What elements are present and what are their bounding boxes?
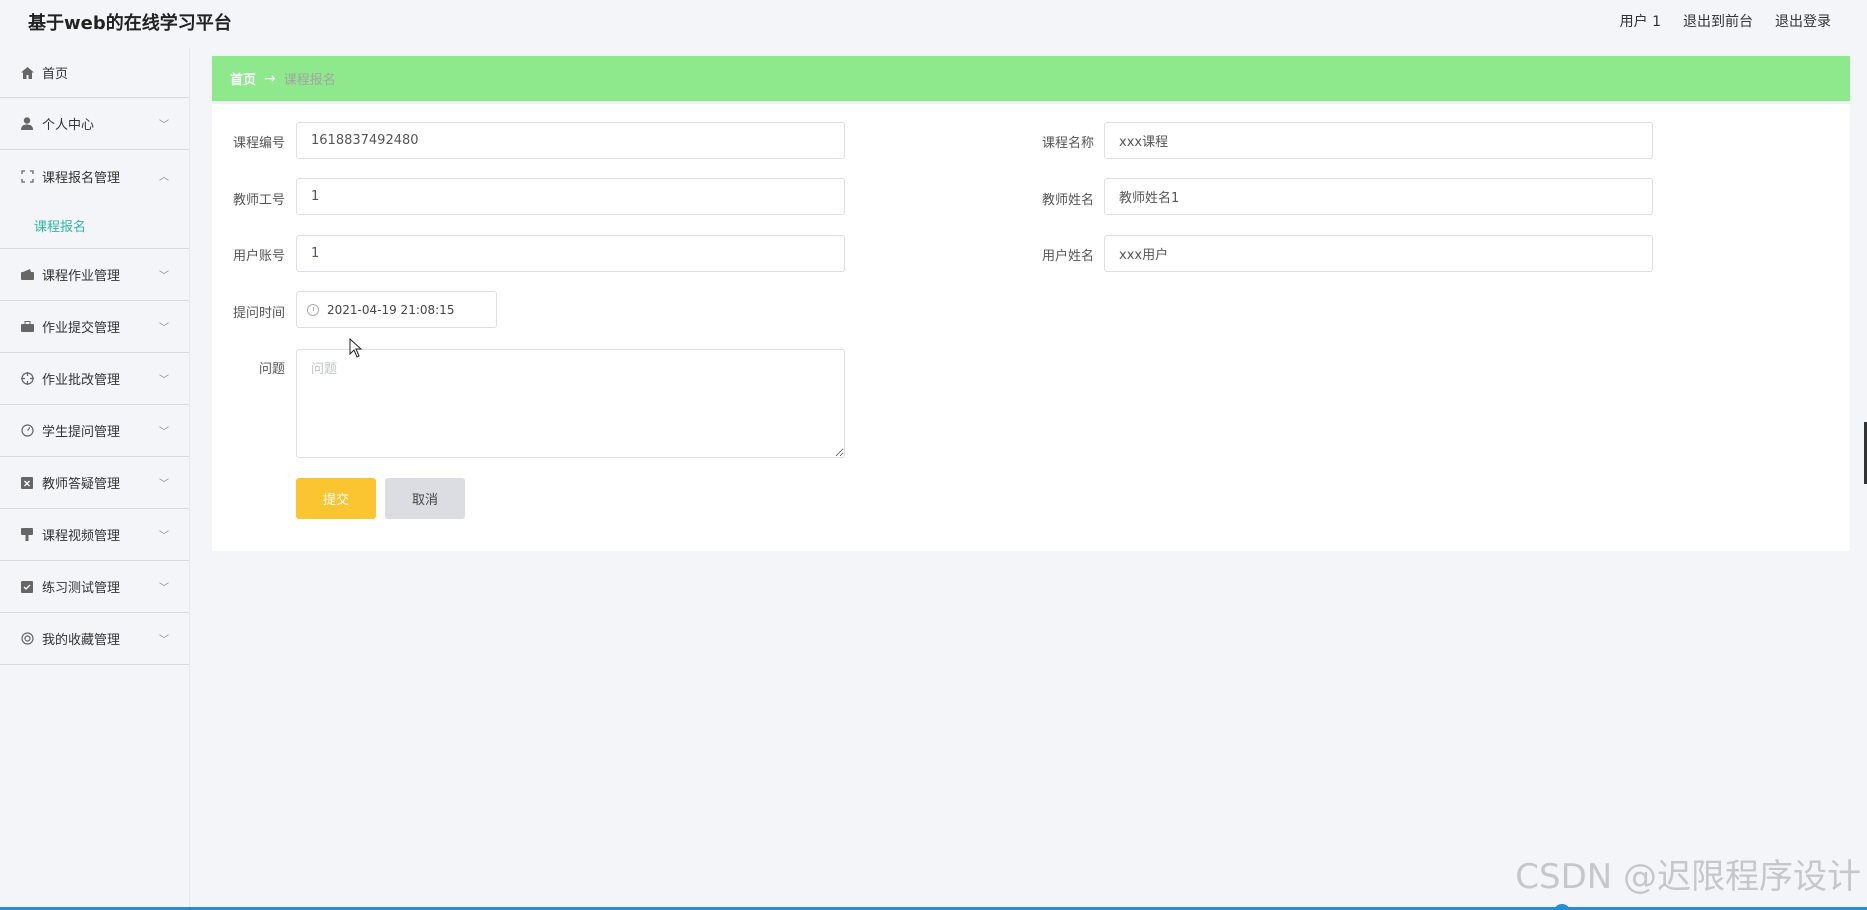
teacher-name-label: 教师姓名 xyxy=(1041,193,1094,208)
course-name-label: 课程名称 xyxy=(1041,136,1094,151)
chevron-down-icon: ﹀ xyxy=(159,479,169,490)
sidebar-item-practice-test-mgmt[interactable]: 练习测试管理 ﹀ xyxy=(0,561,189,613)
user-name-label: 用户姓名 xyxy=(1041,249,1094,264)
user-icon xyxy=(20,117,34,131)
sidebar-item-label: 课程作业管理 xyxy=(42,269,121,284)
sidebar-item-course-video-mgmt[interactable]: 课程视频管理 ﹀ xyxy=(0,509,189,561)
sidebar-item-label: 学生提问管理 xyxy=(42,425,121,440)
user-account-label: 用户账号 xyxy=(232,249,285,264)
gauge-icon xyxy=(20,424,34,438)
bottom-progress-handle[interactable] xyxy=(1555,904,1569,910)
logout-link[interactable]: 退出登录 xyxy=(1775,11,1831,31)
question-label: 问题 xyxy=(258,362,285,377)
breadcrumb-home-link[interactable]: 首页 xyxy=(230,69,256,88)
chevron-down-icon: ﹀ xyxy=(159,120,169,131)
mouse-cursor-icon xyxy=(349,338,363,358)
sidebar-subitem-course-enroll[interactable]: 课程报名 xyxy=(0,202,189,249)
sidebar-item-teacher-answer-mgmt[interactable]: 教师答疑管理 ﹀ xyxy=(0,457,189,509)
teacher-name-input[interactable] xyxy=(1104,178,1653,215)
sidebar-item-label: 课程报名管理 xyxy=(42,170,121,186)
clipboard-check-icon xyxy=(20,580,34,594)
ask-time-picker[interactable]: 2021-04-19 21:08:15 xyxy=(296,291,497,328)
back-to-frontend-link[interactable]: 退出到前台 xyxy=(1683,11,1753,31)
question-textarea[interactable] xyxy=(296,349,845,458)
sidebar-item-label: 首页 xyxy=(42,67,69,82)
sidebar-item-home[interactable]: 首页 xyxy=(0,48,189,98)
lifebuoy-icon xyxy=(20,632,34,646)
sidebar-item-label: 我的收藏管理 xyxy=(42,633,121,648)
app-title: 基于web的在线学习平台 xyxy=(28,13,232,34)
header-links: 用户 1 退出到前台 退出登录 xyxy=(1620,11,1831,31)
chevron-down-icon: ﹀ xyxy=(159,323,169,334)
user-name-input[interactable] xyxy=(1104,235,1653,272)
sidebar-subitem-label: 课程报名 xyxy=(34,219,87,235)
sidebar-item-label: 教师答疑管理 xyxy=(42,477,121,492)
sidebar-item-label: 作业提交管理 xyxy=(42,321,121,336)
sidebar-item-label: 练习测试管理 xyxy=(42,581,121,596)
current-user-link[interactable]: 用户 1 xyxy=(1620,11,1661,31)
home-icon xyxy=(20,66,34,80)
briefcase-icon xyxy=(20,320,34,334)
chevron-down-icon: ﹀ xyxy=(159,635,169,646)
teacher-no-input[interactable] xyxy=(296,178,845,215)
user-account-input[interactable] xyxy=(296,235,845,272)
sidebar-item-student-question-mgmt[interactable]: 学生提问管理 ﹀ xyxy=(0,405,189,457)
app-header: 基于web的在线学习平台 用户 1 退出到前台 退出登录 xyxy=(0,0,1867,42)
ask-time-label: 提问时间 xyxy=(232,306,285,321)
sidebar-item-course-homework-mgmt[interactable]: 课程作业管理 ﹀ xyxy=(0,249,189,301)
sidebar-item-homework-grade-mgmt[interactable]: 作业批改管理 ﹀ xyxy=(0,353,189,405)
chevron-down-icon: ﹀ xyxy=(159,375,169,386)
sidebar-item-label: 作业批改管理 xyxy=(42,373,121,388)
sidebar-item-favorites-mgmt[interactable]: 我的收藏管理 ﹀ xyxy=(0,613,189,665)
breadcrumb-current: 课程报名 xyxy=(283,73,336,88)
submit-button[interactable]: 提交 xyxy=(296,478,376,519)
chevron-up-icon: ︿ xyxy=(159,172,169,183)
breadcrumb: 首页 → 课程报名 xyxy=(212,56,1850,101)
chevron-down-icon: ﹀ xyxy=(159,531,169,542)
wallet-icon xyxy=(20,268,34,282)
sidebar-item-course-enroll-mgmt[interactable]: 课程报名管理 ︿ xyxy=(0,150,189,202)
teacher-no-label: 教师工号 xyxy=(232,193,285,208)
target-icon xyxy=(20,372,34,386)
chevron-down-icon: ﹀ xyxy=(159,271,169,282)
sidebar-item-personal-center[interactable]: 个人中心 ﹀ xyxy=(0,98,189,150)
sidebar-item-homework-submit-mgmt[interactable]: 作业提交管理 ﹀ xyxy=(0,301,189,353)
course-name-input[interactable] xyxy=(1104,122,1653,159)
expand-icon xyxy=(20,169,34,183)
breadcrumb-arrow: → xyxy=(264,70,276,87)
ask-time-value: 2021-04-19 21:08:15 xyxy=(327,302,455,317)
chevron-down-icon: ﹀ xyxy=(159,583,169,594)
clock-icon xyxy=(307,303,319,316)
brush-icon xyxy=(20,528,34,542)
sidebar-item-label: 个人中心 xyxy=(42,118,95,133)
enroll-form: 课程编号 课程名称 教师工号 教师姓名 用户账号 用户姓名 提问时间 2021-… xyxy=(212,104,1850,551)
watermark: CSDN @迟限程序设计 xyxy=(1515,857,1861,897)
course-no-label: 课程编号 xyxy=(232,136,285,151)
cancel-button[interactable]: 取消 xyxy=(385,478,465,519)
chevron-down-icon: ﹀ xyxy=(159,427,169,438)
clipboard-x-icon xyxy=(20,476,34,490)
course-no-input[interactable] xyxy=(296,122,845,159)
sidebar: 首页 个人中心 ﹀ 课程报名管理 ︿ 课程报名 课程作业管理 ﹀ 作业提交管理 … xyxy=(0,48,190,910)
sidebar-item-label: 课程视频管理 xyxy=(42,529,121,544)
